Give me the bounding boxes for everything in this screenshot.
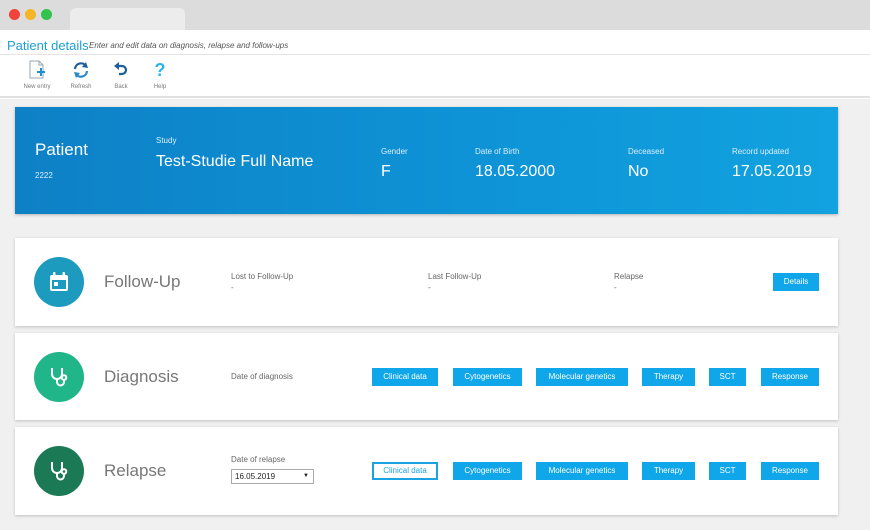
diagnosis-title: Diagnosis bbox=[104, 367, 179, 386]
dropdown-caret-icon: ▼ bbox=[303, 473, 309, 479]
diagnosis-therapy-button[interactable]: Therapy bbox=[642, 368, 695, 386]
relapse-date-select[interactable]: 16.05.2019 ▼ bbox=[231, 469, 314, 484]
diagnosis-sct-button[interactable]: SCT bbox=[709, 368, 746, 386]
refresh-button[interactable]: Refresh bbox=[61, 60, 101, 90]
deceased-value: No bbox=[628, 163, 649, 180]
gender-label: Gender bbox=[381, 147, 408, 156]
diagnosis-card: Diagnosis Date of diagnosis Clinical dat… bbox=[15, 333, 838, 420]
browser-chrome bbox=[0, 0, 870, 30]
back-button[interactable]: Back bbox=[101, 60, 141, 90]
lost-followup-label: Lost to Follow-Up bbox=[231, 272, 294, 281]
diagnosis-clinical-data-button[interactable]: Clinical data bbox=[372, 368, 438, 386]
diagnosis-circle bbox=[34, 352, 84, 402]
main-content: Patient 2222 Study Test-Studie Full Name… bbox=[0, 99, 870, 530]
refresh-label: Refresh bbox=[70, 84, 92, 90]
svg-text:?: ? bbox=[155, 60, 166, 80]
study-label: Study bbox=[156, 136, 177, 145]
new-entry-button[interactable]: New entry bbox=[17, 60, 57, 90]
relapse-date-label: Date of relapse bbox=[231, 455, 286, 464]
followup-card: Follow-Up Lost to Follow-Up - Last Follo… bbox=[15, 238, 838, 326]
relapse-clinical-data-button[interactable]: Clinical data bbox=[372, 462, 438, 480]
window-close-dot[interactable] bbox=[9, 9, 20, 20]
diagnosis-response-button[interactable]: Response bbox=[761, 368, 819, 386]
relapse-title: Relapse bbox=[104, 461, 167, 480]
last-followup-value: - bbox=[428, 283, 431, 292]
dob-label: Date of Birth bbox=[475, 147, 520, 156]
new-document-icon bbox=[29, 60, 45, 79]
relapse-circle bbox=[34, 446, 84, 496]
new-entry-label: New entry bbox=[23, 84, 51, 90]
stethoscope-icon bbox=[51, 462, 68, 481]
patient-summary-card: Patient 2222 Study Test-Studie Full Name… bbox=[15, 107, 838, 214]
window-minimize-dot[interactable] bbox=[25, 9, 36, 20]
gender-value: F bbox=[381, 163, 391, 180]
last-followup-label: Last Follow-Up bbox=[428, 272, 482, 281]
stethoscope-icon bbox=[51, 368, 68, 387]
patient-id: 2222 bbox=[35, 171, 53, 180]
browser-tab[interactable] bbox=[70, 8, 185, 30]
followup-title: Follow-Up bbox=[104, 272, 181, 291]
toolbar: New entry Refresh Back ? Help bbox=[0, 56, 870, 98]
diagnosis-date-label: Date of diagnosis bbox=[231, 372, 293, 381]
relapse-molecular-genetics-button[interactable]: Molecular genetics bbox=[536, 462, 628, 480]
dob-value: 18.05.2000 bbox=[475, 163, 556, 180]
diagnosis-molecular-genetics-button[interactable]: Molecular genetics bbox=[536, 368, 628, 386]
lost-followup-value: - bbox=[231, 283, 234, 292]
relapse-status-value: - bbox=[614, 283, 617, 292]
diagnosis-cytogenetics-button[interactable]: Cytogenetics bbox=[453, 368, 522, 386]
help-button[interactable]: ? Help bbox=[140, 60, 180, 90]
deceased-label: Deceased bbox=[628, 147, 665, 156]
relapse-cytogenetics-button[interactable]: Cytogenetics bbox=[453, 462, 522, 480]
record-updated-value: 17.05.2019 bbox=[732, 163, 813, 180]
help-question-icon: ? bbox=[155, 60, 166, 80]
page-title: Patient details bbox=[7, 38, 89, 53]
relapse-card: Relapse Date of relapse 16.05.2019 ▼ Cli… bbox=[15, 427, 838, 515]
study-value: Test-Studie Full Name bbox=[156, 153, 314, 170]
back-label: Back bbox=[114, 84, 128, 90]
followup-details-button[interactable]: Details bbox=[773, 273, 819, 291]
followup-circle bbox=[34, 257, 84, 307]
back-arrow-icon bbox=[114, 62, 128, 76]
relapse-date-selected: 16.05.2019 bbox=[235, 472, 276, 481]
help-label: Help bbox=[153, 84, 167, 90]
relapse-status-label: Relapse bbox=[614, 272, 644, 281]
page-subtitle: Enter and edit data on diagnosis, relaps… bbox=[89, 41, 289, 50]
record-updated-label: Record updated bbox=[732, 147, 789, 156]
patient-heading: Patient bbox=[35, 140, 88, 159]
window-maximize-dot[interactable] bbox=[41, 9, 52, 20]
relapse-therapy-button[interactable]: Therapy bbox=[642, 462, 695, 480]
calendar-icon bbox=[50, 272, 68, 291]
relapse-response-button[interactable]: Response bbox=[761, 462, 819, 480]
refresh-icon bbox=[73, 62, 89, 78]
relapse-sct-button[interactable]: SCT bbox=[709, 462, 746, 480]
page-header: Patient details Enter and edit data on d… bbox=[0, 30, 870, 55]
